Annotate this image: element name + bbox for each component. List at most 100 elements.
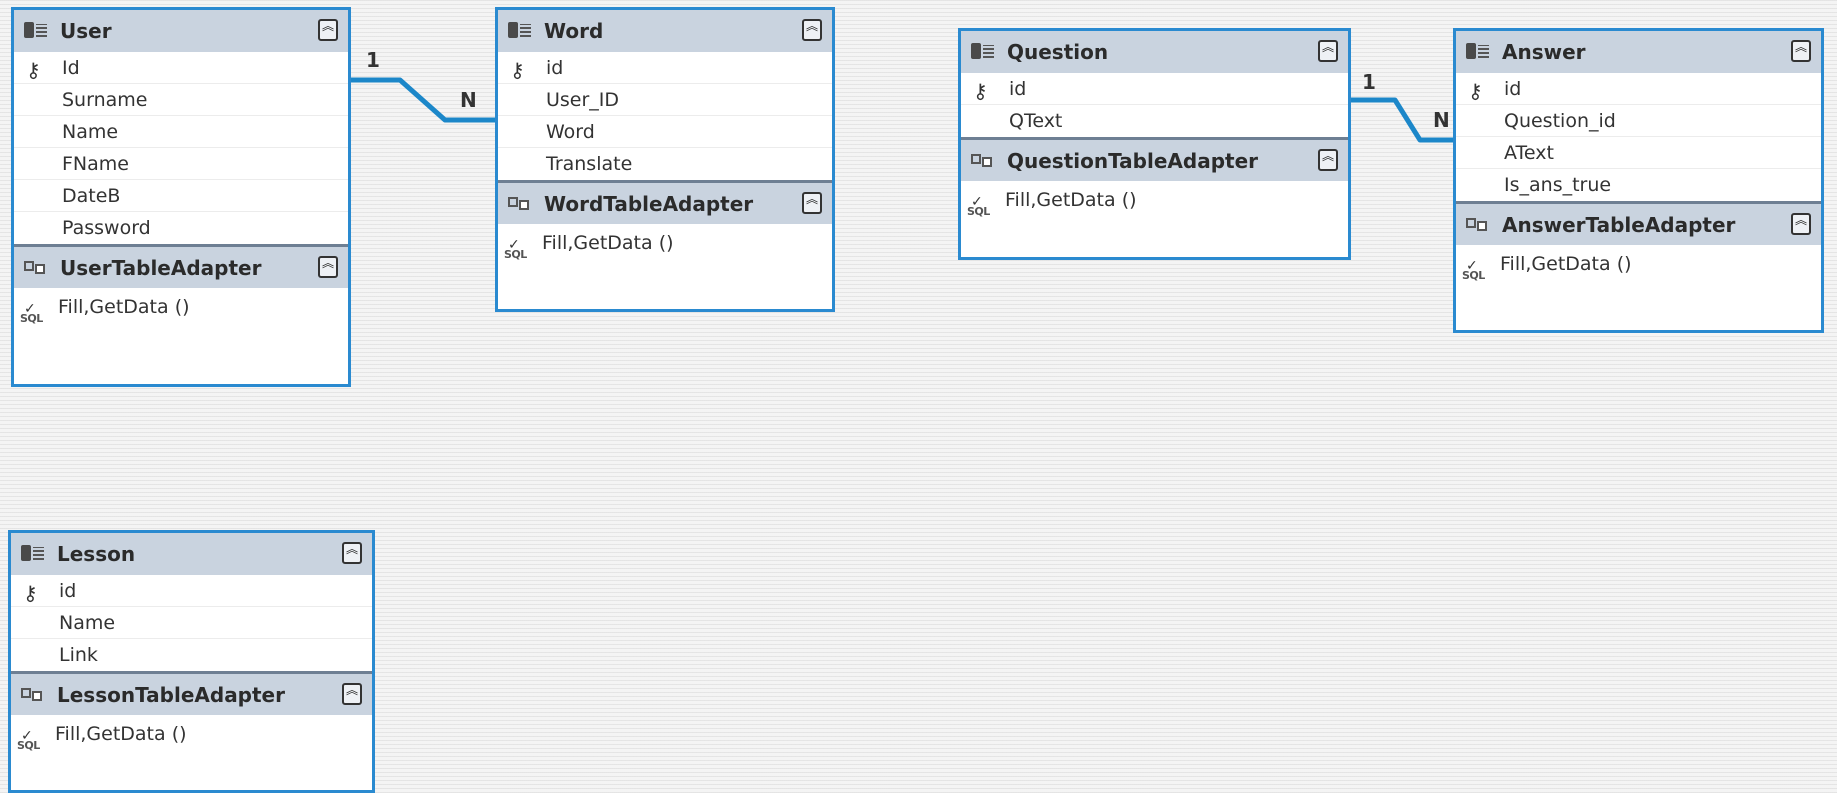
primary-key-icon: ⚷ (973, 79, 988, 103)
table-lesson[interactable]: Lesson ︽ ⚷ id Name Link LessonTableAdapte… (8, 530, 375, 793)
column-row[interactable]: QText (961, 105, 1348, 137)
adapter-method[interactable]: ✓ SQL Fill,GetData () (1456, 245, 1821, 283)
table-user-header[interactable]: User ︽ (14, 10, 348, 52)
primary-key-icon: ⚷ (26, 58, 41, 82)
adapter-method[interactable]: ✓ SQL Fill,GetData () (961, 181, 1348, 219)
collapse-icon[interactable]: ︽ (1318, 149, 1338, 171)
column-name: Translate (546, 153, 633, 175)
column-row[interactable]: ⚷ id (498, 52, 832, 84)
table-answer-columns: ⚷ id Question_id AText Is_ans_true (1456, 73, 1821, 201)
column-row[interactable]: Surname (14, 84, 348, 116)
table-answer-header[interactable]: Answer ︽ (1456, 31, 1821, 73)
column-name: id (1009, 78, 1027, 100)
column-name: id (1504, 78, 1522, 100)
column-name: User_ID (546, 89, 620, 111)
column-name: Is_ans_true (1504, 174, 1612, 196)
column-name: Id (62, 57, 80, 79)
table-user[interactable]: User ︽ ⚷ Id Surname Name FName DateB Pass… (11, 7, 351, 387)
column-row[interactable]: AText (1456, 137, 1821, 169)
column-name: DateB (62, 185, 121, 207)
table-answer-title: Answer (1502, 40, 1586, 64)
adapter-title: AnswerTableAdapter (1502, 212, 1736, 237)
table-answer-adapter-header[interactable]: AnswerTableAdapter ︽ (1456, 201, 1821, 245)
column-row[interactable]: User_ID (498, 84, 832, 116)
column-row[interactable]: Question_id (1456, 105, 1821, 137)
adapter-title: WordTableAdapter (544, 191, 754, 216)
column-row[interactable]: Translate (498, 148, 832, 180)
table-word-title: Word (544, 19, 604, 43)
table-lesson-header[interactable]: Lesson ︽ (11, 533, 372, 575)
column-name: FName (62, 153, 129, 175)
method-label: Fill,GetData () (58, 296, 190, 318)
datatable-icon (971, 41, 995, 63)
column-row[interactable]: Password (14, 212, 348, 244)
datatable-icon (24, 20, 48, 42)
collapse-icon[interactable]: ︽ (342, 683, 362, 705)
collapse-icon[interactable]: ︽ (1791, 213, 1811, 235)
table-question-columns: ⚷ id QText (961, 73, 1348, 137)
table-word-header[interactable]: Word ︽ (498, 10, 832, 52)
adapter-title: UserTableAdapter (60, 255, 262, 280)
column-row[interactable]: Is_ans_true (1456, 169, 1821, 201)
table-lesson-columns: ⚷ id Name Link (11, 575, 372, 671)
method-label: Fill,GetData () (55, 723, 187, 745)
column-name: AText (1504, 142, 1554, 164)
column-row[interactable]: ⚷ id (961, 73, 1348, 105)
column-name: Name (59, 612, 116, 634)
table-word-adapter-header[interactable]: WordTableAdapter ︽ (498, 180, 832, 224)
collapse-icon[interactable]: ︽ (802, 19, 822, 41)
table-user-columns: ⚷ Id Surname Name FName DateB Password (14, 52, 348, 244)
primary-key-icon: ⚷ (23, 581, 38, 605)
collapse-icon[interactable]: ︽ (318, 19, 338, 41)
table-lesson-title: Lesson (57, 542, 136, 566)
column-row[interactable]: FName (14, 148, 348, 180)
sql-query-icon: ✓ SQL (20, 301, 43, 325)
adapter-method[interactable]: ✓ SQL Fill,GetData () (11, 715, 372, 753)
collapse-icon[interactable]: ︽ (1791, 40, 1811, 62)
column-row[interactable]: Name (14, 116, 348, 148)
primary-key-icon: ⚷ (510, 58, 525, 82)
relation-user-word-card-1: 1 (366, 48, 380, 72)
column-name: Name (62, 121, 119, 143)
datatable-icon (1466, 41, 1490, 63)
column-row[interactable]: Name (11, 607, 372, 639)
column-name: QText (1009, 110, 1063, 132)
collapse-icon[interactable]: ︽ (342, 542, 362, 564)
column-row[interactable]: Word (498, 116, 832, 148)
method-label: Fill,GetData () (1500, 253, 1632, 275)
tableadapter-icon (24, 258, 48, 278)
relation-user-word-card-n: N (460, 88, 477, 112)
table-word-columns: ⚷ id User_ID Word Translate (498, 52, 832, 180)
datatable-icon (21, 543, 45, 565)
adapter-method[interactable]: ✓ SQL Fill,GetData () (498, 224, 832, 262)
table-question[interactable]: Question ︽ ⚷ id QText QuestionTableAdapte… (958, 28, 1351, 260)
table-answer[interactable]: Answer ︽ ⚷ id Question_id AText Is_ans_tr… (1453, 28, 1824, 333)
column-row[interactable]: ⚷ Id (14, 52, 348, 84)
sql-query-icon: ✓ SQL (504, 237, 527, 261)
table-question-header[interactable]: Question ︽ (961, 31, 1348, 73)
collapse-icon[interactable]: ︽ (1318, 40, 1338, 62)
table-question-title: Question (1007, 40, 1109, 64)
adapter-title: LessonTableAdapter (57, 682, 285, 707)
sql-query-icon: ✓ SQL (17, 728, 40, 752)
column-name: Link (59, 644, 98, 666)
adapter-method[interactable]: ✓ SQL Fill,GetData () (14, 288, 348, 326)
column-row[interactable]: DateB (14, 180, 348, 212)
table-word[interactable]: Word ︽ ⚷ id User_ID Word Translate WordTa… (495, 7, 835, 312)
collapse-icon[interactable]: ︽ (318, 256, 338, 278)
tableadapter-icon (21, 685, 45, 705)
table-user-title: User (60, 19, 112, 43)
relation-question-answer-card-n: N (1433, 108, 1450, 132)
primary-key-icon: ⚷ (1468, 79, 1483, 103)
collapse-icon[interactable]: ︽ (802, 192, 822, 214)
table-lesson-adapter-header[interactable]: LessonTableAdapter ︽ (11, 671, 372, 715)
sql-query-icon: ✓ SQL (967, 194, 990, 218)
column-row[interactable]: Link (11, 639, 372, 671)
column-row[interactable]: ⚷ id (11, 575, 372, 607)
table-user-adapter-header[interactable]: UserTableAdapter ︽ (14, 244, 348, 288)
table-question-adapter-header[interactable]: QuestionTableAdapter ︽ (961, 137, 1348, 181)
column-row[interactable]: ⚷ id (1456, 73, 1821, 105)
column-name: Password (62, 217, 151, 239)
tableadapter-icon (971, 151, 995, 171)
tableadapter-icon (508, 194, 532, 214)
